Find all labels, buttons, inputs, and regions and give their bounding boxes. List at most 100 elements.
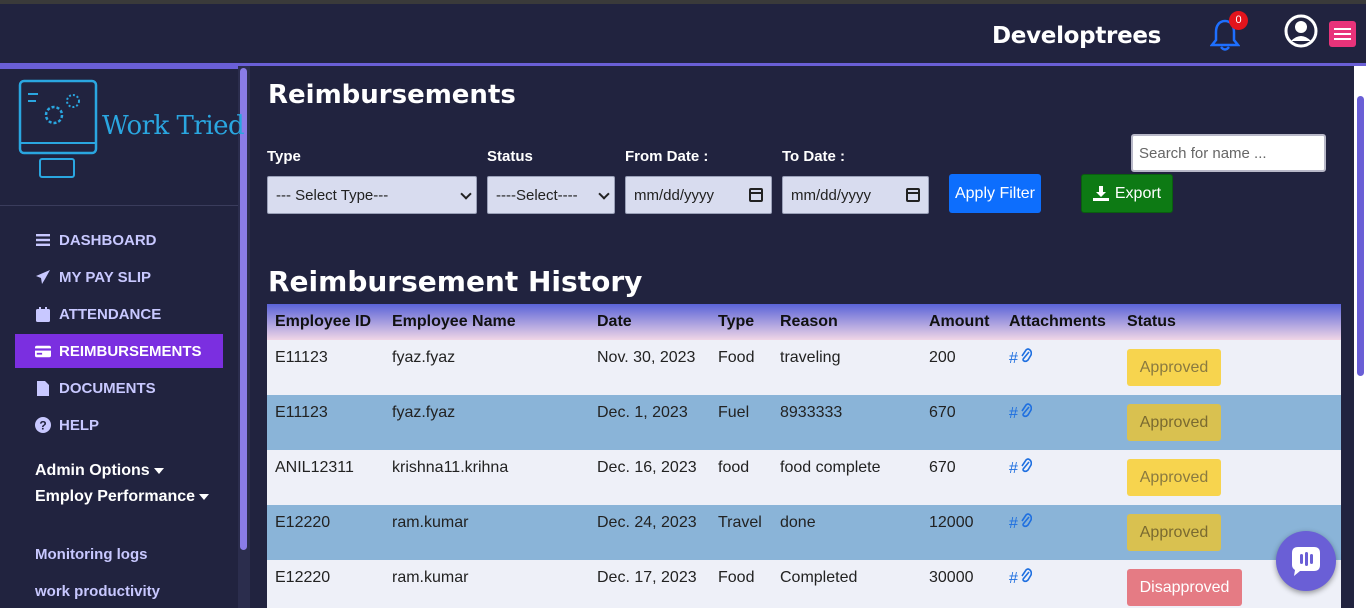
table-row: E12220 ram.kumar Dec. 24, 2023 Travel do… — [267, 505, 1341, 560]
status-label: Status — [487, 148, 533, 165]
nav-documents[interactable]: DOCUMENTS — [15, 371, 223, 405]
status-select-value: ----Select---- — [496, 186, 578, 204]
history-title: Reimbursement History — [268, 265, 643, 298]
search-input[interactable]: Search for name ... — [1131, 134, 1326, 172]
sidebar-divider — [0, 205, 238, 206]
to-date-input[interactable]: mm/dd/yyyy — [782, 176, 929, 214]
hamburger-menu-button[interactable] — [1329, 21, 1356, 47]
cell-employee-id: E12220 — [275, 569, 331, 586]
attachment-link[interactable]: # — [1009, 348, 1033, 368]
attachment-link[interactable]: # — [1009, 513, 1033, 533]
col-attachments: Attachments — [1009, 313, 1106, 330]
type-select[interactable]: --- Select Type--- — [267, 176, 477, 214]
cell-type: Food — [718, 569, 755, 586]
cell-reason: done — [780, 514, 816, 531]
paper-plane-icon — [35, 269, 51, 285]
table-row: E11123 fyaz.fyaz Nov. 30, 2023 Food trav… — [267, 340, 1341, 395]
nav-reimbursements-label: REIMBURSEMENTS — [59, 342, 202, 360]
nav-help-label: HELP — [59, 416, 100, 434]
cell-employee-name: ram.kumar — [392, 569, 469, 586]
cell-amount: 200 — [929, 349, 956, 366]
from-date-input[interactable]: mm/dd/yyyy — [625, 176, 772, 214]
status-badge: Approved — [1127, 459, 1221, 496]
cell-employee-name: fyaz.fyaz — [392, 349, 456, 366]
calendar-picker-icon[interactable] — [749, 188, 763, 202]
nav-help[interactable]: ? HELP — [15, 408, 223, 442]
user-avatar-icon[interactable] — [1284, 14, 1318, 48]
cell-date: Dec. 24, 2023 — [597, 514, 697, 531]
type-select-value: --- Select Type--- — [276, 186, 389, 204]
to-date-value: mm/dd/yyyy — [791, 186, 872, 204]
cell-employee-id: E11123 — [275, 349, 328, 366]
col-amount: Amount — [929, 313, 990, 330]
brand-name: Developtrees — [992, 23, 1162, 49]
credit-card-icon — [35, 343, 51, 359]
cell-amount: 12000 — [929, 514, 974, 531]
nav-my-pay-slip-label: MY PAY SLIP — [59, 268, 151, 286]
list-icon — [35, 232, 51, 248]
cell-reason: food complete — [780, 459, 881, 476]
page-title: Reimbursements — [268, 80, 516, 110]
cell-date: Dec. 17, 2023 — [597, 569, 697, 586]
export-button[interactable]: Export — [1081, 174, 1173, 213]
status-select[interactable]: ----Select---- — [487, 176, 615, 214]
link-monitoring-logs[interactable]: Monitoring logs — [35, 546, 147, 563]
chevron-down-icon — [460, 188, 472, 200]
type-label: Type — [267, 148, 301, 165]
cell-reason: Completed — [780, 569, 858, 586]
cell-amount: 30000 — [929, 569, 974, 586]
nav-attendance[interactable]: ATTENDANCE — [15, 297, 223, 331]
sidebar-scrollbar[interactable] — [238, 66, 250, 608]
cell-employee-id: E12220 — [275, 514, 331, 531]
paperclip-icon — [1021, 403, 1033, 418]
status-badge: Approved — [1127, 514, 1221, 551]
link-work-productivity[interactable]: work productivity — [35, 583, 160, 600]
cell-date: Nov. 30, 2023 — [597, 349, 696, 366]
admin-options-toggle[interactable]: Admin Options — [35, 462, 164, 480]
col-type: Type — [718, 313, 755, 330]
attachment-link[interactable]: # — [1009, 458, 1033, 478]
table-row: E12220 ram.kumar Dec. 17, 2023 Food Comp… — [267, 560, 1341, 608]
col-employee-id: Employee ID — [275, 313, 372, 330]
cell-type: Food — [718, 349, 755, 366]
from-date-label: From Date : — [625, 148, 709, 165]
employ-performance-toggle[interactable]: Employ Performance — [35, 488, 210, 506]
status-badge: Approved — [1127, 349, 1221, 386]
status-badge: Disapproved — [1127, 569, 1242, 606]
cell-date: Dec. 1, 2023 — [597, 404, 688, 421]
nav-my-pay-slip[interactable]: MY PAY SLIP — [15, 260, 223, 294]
cell-reason: 8933333 — [780, 404, 843, 421]
caret-down-icon — [153, 467, 164, 474]
main-scroll-thumb[interactable] — [1357, 96, 1364, 376]
calendar-picker-icon[interactable] — [906, 188, 920, 202]
attachment-hash: # — [1009, 460, 1018, 477]
col-employee-name: Employee Name — [392, 313, 516, 330]
attachment-hash: # — [1009, 350, 1018, 367]
caret-down-icon — [199, 493, 210, 500]
logo-text: Work Tried — [102, 111, 245, 141]
attachment-link[interactable]: # — [1009, 403, 1033, 423]
chat-widget-button[interactable] — [1276, 531, 1336, 591]
nav-dashboard-label: DASHBOARD — [59, 231, 157, 249]
attachment-hash: # — [1009, 515, 1018, 532]
nav-reimbursements[interactable]: REIMBURSEMENTS — [15, 334, 223, 368]
reimbursement-table: Employee ID Employee Name Date Type Reas… — [267, 304, 1341, 608]
cell-type: Fuel — [718, 404, 750, 421]
nav-documents-label: DOCUMENTS — [59, 379, 156, 397]
apply-filter-button[interactable]: Apply Filter — [949, 174, 1041, 213]
cell-type: food — [718, 459, 750, 476]
cell-employee-name: fyaz.fyaz — [392, 404, 456, 421]
cell-employee-name: ram.kumar — [392, 514, 469, 531]
main-scrollbar[interactable] — [1354, 66, 1366, 608]
export-label: Export — [1114, 184, 1162, 202]
svg-text:?: ? — [39, 419, 46, 433]
status-badge: Approved — [1127, 404, 1221, 441]
cell-type: Travel — [718, 514, 762, 531]
file-icon — [35, 380, 51, 396]
admin-options-label: Admin Options — [35, 462, 150, 479]
paperclip-icon — [1021, 348, 1033, 363]
calendar-icon — [35, 306, 51, 322]
nav-dashboard[interactable]: DASHBOARD — [15, 223, 223, 257]
attachment-link[interactable]: # — [1009, 568, 1033, 588]
cell-employee-name: krishna11.krihna — [392, 459, 509, 476]
